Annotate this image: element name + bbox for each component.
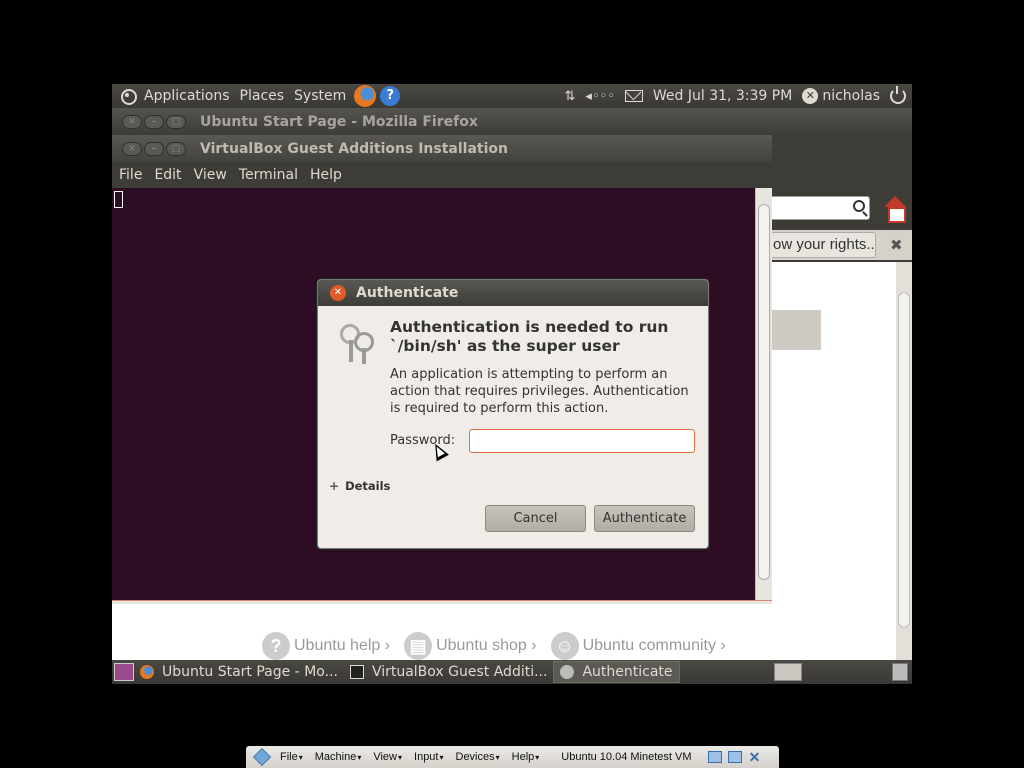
- network-icon[interactable]: ⇅: [564, 89, 575, 104]
- vbox-menu-machine[interactable]: Machine: [315, 751, 362, 763]
- cancel-button[interactable]: Cancel: [485, 505, 586, 532]
- close-icon[interactable]: ✕: [122, 114, 142, 129]
- help-launcher-icon[interactable]: ?: [380, 86, 401, 106]
- clock[interactable]: Wed Jul 31, 3:39 PM: [653, 88, 792, 104]
- terminal-titlebar[interactable]: ✕ – □ VirtualBox Guest Additions Install…: [112, 135, 772, 162]
- vbox-menu-view[interactable]: View: [373, 751, 402, 763]
- dialog-heading: Authentication is needed to run `/bin/sh…: [390, 318, 669, 355]
- user-menu[interactable]: ✕ nicholas: [802, 88, 880, 104]
- home-icon[interactable]: [882, 196, 908, 223]
- guest-screen: Applications Places System ? ⇅ ◂◦◦◦ Wed …: [112, 84, 912, 684]
- system-tray: ⇅ ◂◦◦◦ Wed Jul 31, 3:39 PM ✕ nicholas: [564, 86, 912, 104]
- trash-icon[interactable]: [892, 663, 908, 681]
- firefox-launcher-icon[interactable]: [354, 85, 377, 107]
- volume-icon[interactable]: ◂◦◦◦: [585, 89, 615, 104]
- terminal-cursor: [114, 191, 123, 208]
- ubuntu-community-link[interactable]: ☺ Ubuntu community ›: [550, 632, 726, 660]
- firefox-icon: [140, 665, 154, 679]
- terminal-scrollbar[interactable]: [755, 188, 772, 600]
- vbox-menu-file[interactable]: File: [280, 751, 303, 763]
- taskbar-item-authenticate[interactable]: Authenticate: [553, 661, 680, 683]
- terminal-menu-edit[interactable]: Edit: [147, 167, 186, 183]
- taskbar-label: VirtualBox Guest Additi...: [371, 664, 548, 680]
- terminal-menu-help[interactable]: Help: [303, 167, 347, 183]
- authenticate-button[interactable]: Authenticate: [594, 505, 695, 532]
- firefox-search-field[interactable]: [770, 196, 870, 220]
- top-panel: Applications Places System ? ⇅ ◂◦◦◦ Wed …: [112, 84, 912, 108]
- terminal-menubar: File Edit View Terminal Help: [112, 162, 772, 188]
- page-header-block: [772, 310, 821, 350]
- terminal-menu-file[interactable]: File: [112, 167, 147, 183]
- dialog-message: An application is attempting to perform …: [390, 367, 689, 416]
- firefox-window-buttons: ✕ – □: [122, 114, 186, 129]
- vbox-menu-help[interactable]: Help: [512, 751, 540, 763]
- applications-menu[interactable]: Applications: [140, 88, 234, 104]
- virtualbox-icon: [252, 747, 272, 767]
- ubuntu-shop-label: Ubuntu shop ›: [436, 637, 537, 654]
- dialog-titlebar[interactable]: ✕ Authenticate: [318, 280, 708, 306]
- scrollbar-thumb[interactable]: [898, 292, 910, 628]
- taskbar-label: Ubuntu Start Page - Mo...: [162, 664, 338, 680]
- help-icon: ?: [262, 632, 290, 660]
- authenticate-dialog: ✕ Authenticate Authentication is needed …: [317, 279, 709, 549]
- minimize-icon[interactable]: –: [144, 141, 164, 156]
- ubuntu-community-label: Ubuntu community ›: [582, 637, 726, 654]
- terminal-scrollbar-thumb[interactable]: [758, 204, 770, 580]
- community-icon: ☺: [550, 632, 579, 660]
- firefox-scrollbar[interactable]: [896, 262, 912, 660]
- details-label: Details: [345, 479, 391, 493]
- firefox-titlebar[interactable]: ✕ – □ Ubuntu Start Page - Mozilla Firefo…: [112, 108, 912, 135]
- ubuntu-shop-link[interactable]: ▤ Ubuntu shop ›: [404, 632, 537, 660]
- dialog-close-icon[interactable]: ✕: [330, 285, 346, 301]
- ubuntu-footer-links: ? Ubuntu help › ▤ Ubuntu shop › ☺ Ubuntu co…: [262, 632, 726, 660]
- user-status-icon: ✕: [802, 88, 819, 104]
- expand-plus-icon: +: [329, 479, 340, 493]
- virtualbox-menubar: File Machine View Input Devices Help Ubu…: [246, 746, 779, 768]
- shop-icon: ▤: [404, 632, 433, 660]
- dialog-title: Authenticate: [356, 285, 459, 301]
- close-icon[interactable]: ✕: [122, 141, 142, 156]
- password-label: Password:: [390, 433, 456, 448]
- terminal-menu-terminal[interactable]: Terminal: [232, 167, 303, 183]
- search-icon[interactable]: [853, 200, 865, 212]
- ubuntu-help-label: Ubuntu help ›: [294, 637, 391, 654]
- vbox-restore-icon[interactable]: [727, 751, 742, 763]
- keys-icon: [336, 320, 376, 364]
- minimize-icon[interactable]: –: [144, 114, 164, 129]
- system-menu[interactable]: System: [290, 88, 350, 104]
- keys-icon: [560, 665, 575, 679]
- notification-close-icon[interactable]: ✖: [890, 236, 903, 254]
- vm-name: Ubuntu 10.04 Minetest VM: [561, 751, 692, 763]
- vbox-menu-input[interactable]: Input: [414, 751, 443, 763]
- power-icon[interactable]: [890, 86, 906, 104]
- ubuntu-logo-icon[interactable]: [118, 86, 138, 106]
- vbox-minimize-icon[interactable]: [707, 751, 722, 763]
- taskbar-item-terminal[interactable]: VirtualBox Guest Additi...: [344, 661, 554, 683]
- terminal-menu-view[interactable]: View: [187, 167, 232, 183]
- know-your-rights-button[interactable]: ow your rights...: [770, 232, 876, 258]
- mail-icon[interactable]: [624, 90, 643, 102]
- firefox-window-title: Ubuntu Start Page - Mozilla Firefox: [200, 113, 478, 130]
- places-menu[interactable]: Places: [236, 88, 289, 104]
- workspace-switcher-icon[interactable]: [774, 663, 802, 681]
- terminal-window-buttons: ✕ – □: [122, 141, 186, 156]
- username: nicholas: [822, 88, 880, 104]
- details-expander[interactable]: + Details: [329, 479, 390, 493]
- password-field[interactable]: [469, 429, 695, 453]
- vbox-menu-devices[interactable]: Devices: [456, 751, 500, 763]
- maximize-icon[interactable]: □: [166, 114, 186, 129]
- vbox-close-icon[interactable]: ✕: [748, 750, 762, 764]
- terminal-icon: [349, 665, 364, 679]
- terminal-window-title: VirtualBox Guest Additions Installation: [200, 140, 508, 157]
- taskbar-item-firefox[interactable]: Ubuntu Start Page - Mo...: [134, 661, 344, 683]
- maximize-icon[interactable]: □: [166, 141, 186, 156]
- ubuntu-help-link[interactable]: ? Ubuntu help ›: [262, 632, 390, 660]
- taskbar-label: Authenticate: [582, 664, 673, 680]
- show-desktop-icon[interactable]: [114, 663, 134, 681]
- bottom-panel: Ubuntu Start Page - Mo... VirtualBox Gue…: [112, 660, 912, 684]
- terminal-bottom-edge: [112, 600, 772, 604]
